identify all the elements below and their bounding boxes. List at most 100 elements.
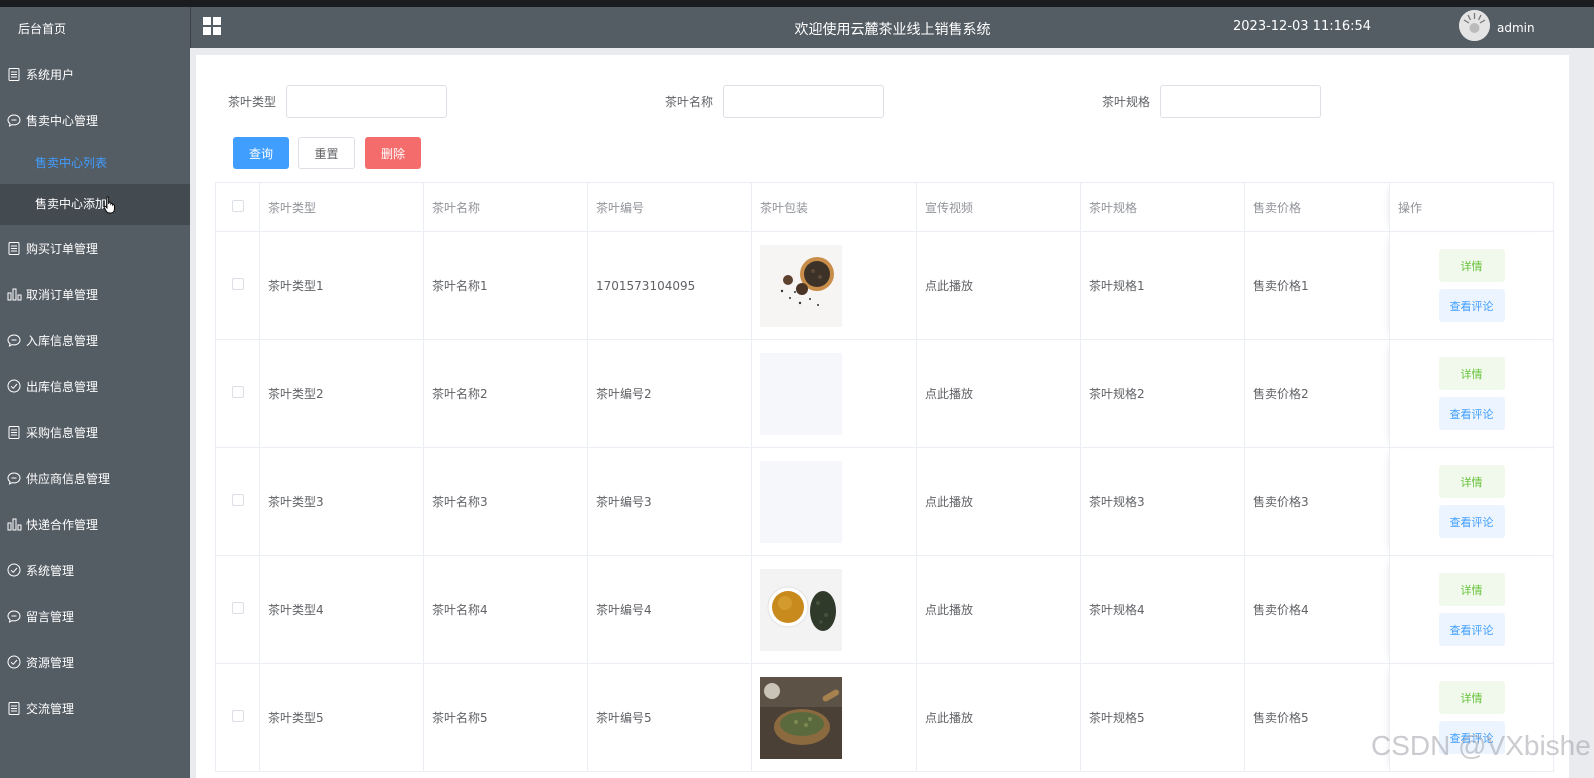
tea-package-image-placeholder[interactable] <box>760 460 842 543</box>
watermark-text: CSDN @VXbishe <box>1371 730 1591 761</box>
column-header: 售卖价格 <box>1244 182 1390 232</box>
table-row: 茶叶类型5 茶叶名称5 茶叶编号5 点此播放 茶叶规格5 售卖价格5 详情 查看… <box>215 663 1554 772</box>
cell-spec: 茶叶规格5 <box>1080 663 1245 772</box>
search-type-group: 茶叶类型 <box>228 85 448 118</box>
check-circle-icon <box>6 378 22 394</box>
view-reviews-button[interactable]: 查看评论 <box>1438 505 1505 538</box>
table-row: 茶叶类型4 茶叶名称4 茶叶编号4 点此播放 茶叶规格4 售卖价格4 详情 查看… <box>215 555 1554 664</box>
sidebar-item-purchase-orders[interactable]: 购买订单管理 <box>0 225 190 271</box>
cell-operations: 详情 查看评论 <box>1389 339 1554 448</box>
tea-package-image-placeholder[interactable] <box>760 352 842 435</box>
cell-code: 茶叶编号5 <box>587 663 752 772</box>
query-button[interactable]: 查询 <box>233 137 289 169</box>
sidebar-item-system[interactable]: 系统管理 <box>0 547 190 593</box>
cell-video-link[interactable]: 点此播放 <box>916 231 1081 340</box>
tea-package-image[interactable] <box>760 244 842 327</box>
row-select-cell <box>215 231 260 340</box>
sidebar-item-resources[interactable]: 资源管理 <box>0 639 190 685</box>
header-datetime: 2023-12-03 11:16:54 <box>1233 19 1372 34</box>
sidebar-item-label: 系统用户 <box>26 67 75 82</box>
column-header: 茶叶名称 <box>423 182 588 232</box>
cell-name: 茶叶名称4 <box>423 555 588 664</box>
search-name-label: 茶叶名称 <box>665 95 714 109</box>
cell-image <box>751 231 917 340</box>
cell-price: 售卖价格1 <box>1244 231 1390 340</box>
chat-icon <box>6 112 22 128</box>
cell-image <box>751 663 917 772</box>
row-select-cell <box>215 447 260 556</box>
tea-package-image[interactable] <box>760 568 842 651</box>
sidebar-item-suppliers[interactable]: 供应商信息管理 <box>0 455 190 501</box>
sidebar-item-stock-out[interactable]: 出库信息管理 <box>0 363 190 409</box>
view-reviews-button[interactable]: 查看评论 <box>1438 397 1505 430</box>
detail-button[interactable]: 详情 <box>1438 573 1505 606</box>
row-checkbox[interactable] <box>231 602 244 614</box>
column-header: 宣传视频 <box>916 182 1081 232</box>
check-circle-icon <box>6 562 22 578</box>
sidebar-subitem-label: 售卖中心添加 <box>35 197 108 211</box>
cell-image <box>751 555 917 664</box>
search-spec-group: 茶叶规格 <box>1102 85 1322 118</box>
sidebar-item-label: 取消订单管理 <box>26 287 99 302</box>
sidebar-item-express[interactable]: 快递合作管理 <box>0 501 190 547</box>
cell-code: 茶叶编号4 <box>587 555 752 664</box>
row-checkbox[interactable] <box>231 494 244 506</box>
cell-image <box>751 339 917 448</box>
detail-button[interactable]: 详情 <box>1438 357 1505 390</box>
cell-video-link[interactable]: 点此播放 <box>916 447 1081 556</box>
reset-button[interactable]: 重置 <box>298 137 355 169</box>
top-header: 欢迎使用云麓茶业线上销售系统 2023-12-03 11:16:54 admin <box>190 7 1594 48</box>
cell-operations: 详情 查看评论 <box>1389 447 1554 556</box>
cell-video-link[interactable]: 点此播放 <box>916 663 1081 772</box>
sidebar-item-system-users[interactable]: 系统用户 <box>0 51 190 97</box>
sidebar-item-sales-center[interactable]: 售卖中心管理 <box>0 97 190 143</box>
document-icon <box>6 424 22 440</box>
cell-code: 茶叶编号2 <box>587 339 752 448</box>
row-checkbox[interactable] <box>231 278 244 290</box>
check-circle-icon <box>6 654 22 670</box>
row-checkbox[interactable] <box>231 710 244 722</box>
header-username[interactable]: admin <box>1497 21 1535 35</box>
cell-video-link[interactable]: 点此播放 <box>916 555 1081 664</box>
cell-spec: 茶叶规格3 <box>1080 447 1245 556</box>
cell-price: 售卖价格4 <box>1244 555 1390 664</box>
row-checkbox[interactable] <box>231 386 244 398</box>
sidebar-item-label: 采购信息管理 <box>26 425 99 440</box>
table-row: 茶叶类型2 茶叶名称2 茶叶编号2 点此播放 茶叶规格2 售卖价格2 详情 查看… <box>215 339 1554 448</box>
view-reviews-button[interactable]: 查看评论 <box>1438 613 1505 646</box>
sidebar-item-stock-in[interactable]: 入库信息管理 <box>0 317 190 363</box>
select-all-checkbox[interactable] <box>231 199 244 212</box>
cell-video-link[interactable]: 点此播放 <box>916 339 1081 448</box>
search-name-input[interactable] <box>723 85 885 118</box>
tea-package-image[interactable] <box>760 676 842 759</box>
document-icon <box>6 66 22 82</box>
detail-button[interactable]: 详情 <box>1438 465 1505 498</box>
sidebar-item-exchange[interactable]: 交流管理 <box>0 685 190 731</box>
detail-button[interactable]: 详情 <box>1438 249 1505 282</box>
view-reviews-button[interactable]: 查看评论 <box>1438 289 1505 322</box>
search-spec-label: 茶叶规格 <box>1102 95 1151 109</box>
sidebar-item-label: 交流管理 <box>26 701 75 716</box>
cell-spec: 茶叶规格2 <box>1080 339 1245 448</box>
bar-chart-icon <box>6 286 22 302</box>
header-title: 欢迎使用云麓茶业线上销售系统 <box>794 22 991 38</box>
search-type-input[interactable] <box>286 85 448 118</box>
sidebar-item-label: 售卖中心管理 <box>26 113 99 128</box>
sidebar-item-home[interactable]: 后台首页 <box>0 7 190 51</box>
sidebar-item-cancel-orders[interactable]: 取消订单管理 <box>0 271 190 317</box>
sidebar-subitem-sales-list[interactable]: 售卖中心列表 <box>0 143 190 184</box>
sidebar-item-label: 快递合作管理 <box>26 517 99 532</box>
search-spec-input[interactable] <box>1160 85 1322 118</box>
row-select-cell <box>215 339 260 448</box>
avatar[interactable] <box>1459 10 1490 41</box>
sidebar-item-messages[interactable]: 留言管理 <box>0 593 190 639</box>
sidebar-item-procurement[interactable]: 采购信息管理 <box>0 409 190 455</box>
detail-button[interactable]: 详情 <box>1438 681 1505 714</box>
sidebar-subitem-sales-add[interactable]: 售卖中心添加 <box>0 184 190 225</box>
sidebar-item-label: 系统管理 <box>26 563 75 578</box>
delete-button[interactable]: 删除 <box>365 137 421 169</box>
window-top-strip <box>0 0 1594 7</box>
cell-type: 茶叶类型4 <box>259 555 424 664</box>
chat-icon <box>6 608 22 624</box>
cell-operations: 详情 查看评论 <box>1389 231 1554 340</box>
